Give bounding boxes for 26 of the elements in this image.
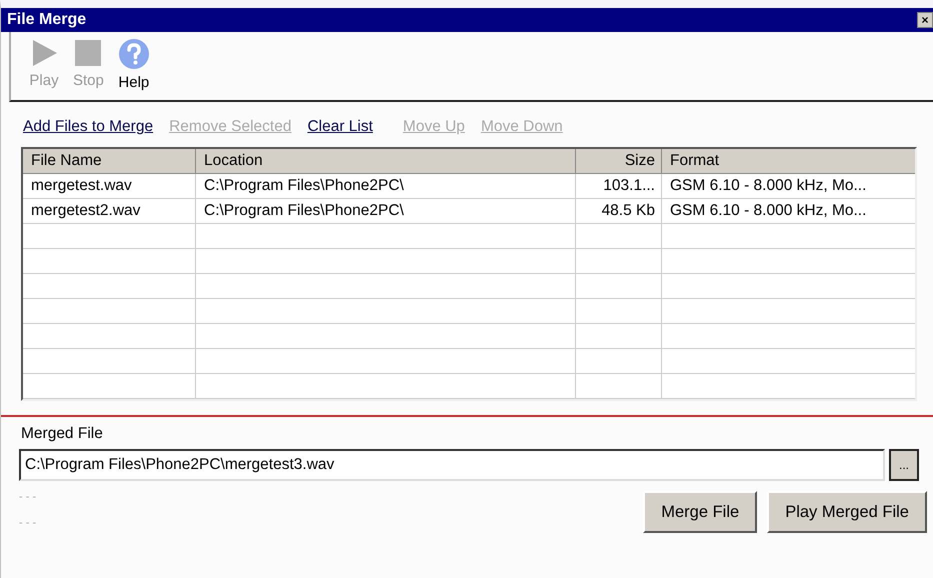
browse-button[interactable]: ... bbox=[889, 449, 919, 481]
table-cell: GSM 6.10 - 8.000 kHz, Mo... bbox=[662, 199, 915, 224]
status-text: - - - bbox=[19, 491, 36, 503]
window-title: File Merge bbox=[7, 11, 86, 29]
column-header[interactable]: Size bbox=[576, 149, 662, 174]
merged-file-field[interactable]: C:\Program Files\Phone2PC\mergetest3.wav bbox=[19, 449, 885, 481]
column-header[interactable]: Location bbox=[196, 149, 576, 174]
close-button[interactable]: × bbox=[917, 12, 933, 28]
table-cell: C:\Program Files\Phone2PC\ bbox=[196, 174, 576, 199]
stop-icon bbox=[73, 38, 104, 68]
table-cell: GSM 6.10 - 8.000 kHz, Mo... bbox=[662, 174, 915, 199]
column-header[interactable]: Format bbox=[662, 149, 915, 174]
column-header[interactable]: File Name bbox=[23, 149, 196, 174]
action-link[interactable]: Add Files to Merge bbox=[23, 118, 154, 140]
table-cell: C:\Program Files\Phone2PC\ bbox=[196, 199, 576, 224]
help-icon bbox=[118, 38, 150, 70]
table-cell: mergetest.wav bbox=[23, 174, 196, 199]
merged-file-label: Merged File bbox=[21, 425, 104, 443]
action-link[interactable]: Clear List bbox=[307, 118, 373, 140]
table-cell: 103.1... bbox=[576, 174, 662, 199]
help-button[interactable]: Help bbox=[114, 38, 154, 96]
table-cell: mergetest2.wav bbox=[23, 199, 196, 224]
status-text: - - - bbox=[19, 517, 36, 529]
action-button[interactable]: Play Merged File bbox=[767, 491, 927, 533]
action-button[interactable]: Merge File bbox=[643, 491, 758, 533]
table-cell: 48.5 Kb bbox=[576, 199, 662, 224]
